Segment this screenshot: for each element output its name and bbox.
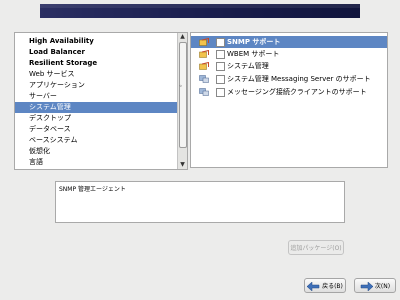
messaging-server-package-icon — [199, 75, 209, 83]
category-item[interactable]: デスクトップ — [15, 113, 178, 124]
category-item[interactable]: サーバー — [15, 91, 178, 102]
next-arrow-icon — [360, 282, 373, 291]
header-banner — [40, 4, 360, 18]
package-group-label: WBEM サポート — [227, 50, 280, 58]
package-group-label: システム管理 Messaging Server のサポート — [227, 75, 371, 83]
back-button-label: 戻る(B) — [322, 283, 343, 290]
messaging-client-package-icon — [199, 88, 209, 96]
scrollbar-thumb[interactable] — [179, 42, 187, 148]
back-button[interactable]: 戻る(B) — [304, 278, 346, 293]
package-group-label: SNMP サポート — [227, 38, 281, 46]
category-list-scrollbar[interactable]: ▲ ◦ ▼ — [177, 33, 187, 169]
category-item[interactable]: システム管理 — [15, 102, 178, 113]
package-group-checkbox[interactable] — [216, 62, 225, 71]
scroll-up-arrow-icon[interactable]: ▲ — [178, 33, 187, 41]
package-group-item[interactable]: システム管理 — [191, 60, 387, 72]
package-group-item[interactable]: システム管理 Messaging Server のサポート — [191, 73, 387, 85]
package-group-checkbox[interactable] — [216, 75, 225, 84]
category-item[interactable]: データベース — [15, 124, 178, 135]
wbem-package-icon — [199, 49, 209, 58]
package-group-list[interactable]: SNMP サポート WBEM サポート システム管理システム管理 Messaging… — [190, 32, 388, 168]
package-group-label: メッセージング接続クライアントのサポート — [227, 88, 367, 96]
category-item[interactable]: Resilient Storage — [15, 58, 178, 69]
package-group-checkbox[interactable] — [216, 38, 225, 47]
category-item[interactable]: Load Balancer — [15, 47, 178, 58]
system-management-package-icon — [199, 61, 209, 70]
scrollbar-grip-icon: ◦ — [179, 83, 183, 90]
scroll-down-arrow-icon[interactable]: ▼ — [178, 161, 187, 169]
back-arrow-icon — [307, 282, 320, 291]
package-description: SNMP 管理エージェント — [55, 181, 345, 223]
next-button-label: 次(N) — [374, 283, 391, 290]
package-group-checkbox[interactable] — [216, 88, 225, 97]
category-list[interactable]: High Availability Load Balancer Resilient … — [14, 32, 188, 170]
next-button[interactable]: 次(N) — [354, 278, 396, 293]
category-item[interactable]: 仮想化 — [15, 146, 178, 157]
package-group-label: システム管理 — [227, 62, 269, 70]
package-group-item[interactable]: WBEM サポート — [191, 48, 387, 60]
category-item[interactable]: 言語 — [15, 157, 178, 168]
snmp-package-icon — [199, 37, 209, 46]
category-item[interactable]: Web サービス — [15, 69, 178, 80]
category-item[interactable]: High Availability — [15, 36, 178, 47]
category-item[interactable]: アプリケーション — [15, 80, 178, 91]
optional-packages-button[interactable]: 追加パッケージ(O) — [288, 240, 344, 255]
package-group-item[interactable]: SNMP サポート — [191, 36, 387, 48]
package-group-item[interactable]: メッセージング接続クライアントのサポート — [191, 86, 387, 98]
category-item[interactable]: ベースシステム — [15, 135, 178, 146]
package-group-checkbox[interactable] — [216, 50, 225, 59]
